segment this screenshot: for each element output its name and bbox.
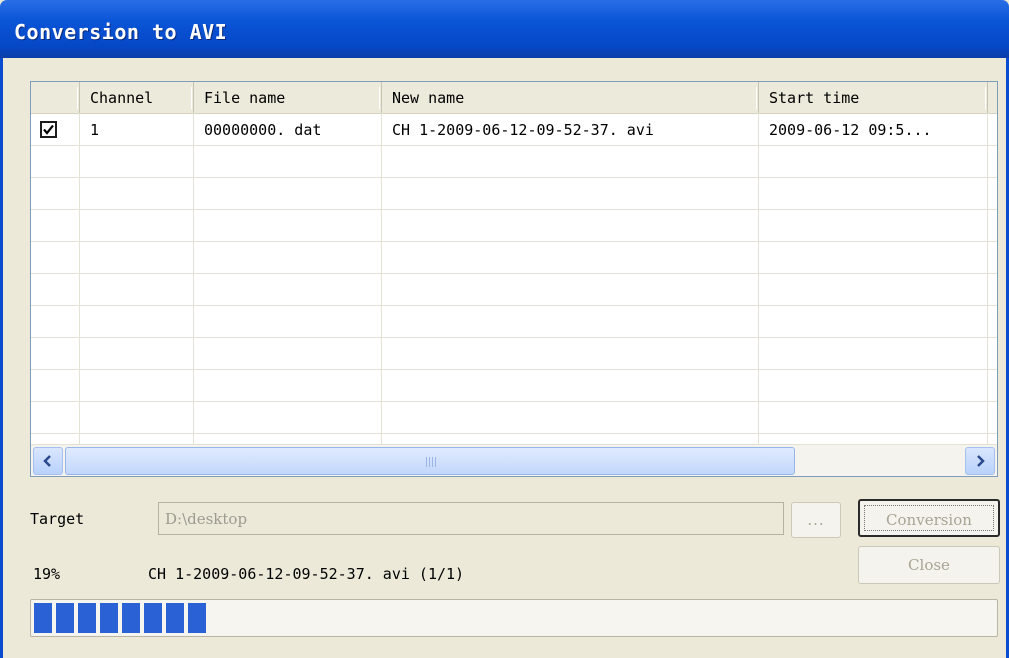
conversion-button[interactable]: Conversion — [858, 499, 1000, 537]
target-label: Target — [30, 510, 85, 528]
column-header-new-name[interactable]: New name — [382, 82, 759, 113]
title-bar: Conversion to AVI — [0, 0, 1009, 58]
current-file-label: CH 1-2009-06-12-09-52-37. avi (1/1) — [148, 565, 465, 583]
table-row[interactable]: 1 00000000. dat CH 1-2009-06-12-09-52-37… — [31, 113, 997, 145]
column-header-check[interactable] — [31, 82, 80, 113]
progress-block — [56, 603, 74, 633]
conversion-button-label: Conversion — [864, 505, 994, 531]
progress-block — [34, 603, 52, 633]
cell-file-name: 00000000. dat — [204, 121, 322, 139]
column-header-file-name[interactable]: File name — [194, 82, 382, 113]
progress-bar — [30, 599, 998, 637]
progress-block — [78, 603, 96, 633]
scroll-grip-icon — [426, 457, 440, 467]
progress-block — [166, 603, 184, 633]
target-path-field[interactable]: D:\desktop — [158, 502, 784, 535]
progress-block — [100, 603, 118, 633]
file-list[interactable]: Channel File name New name Start time 1 … — [30, 81, 998, 477]
check-icon — [43, 124, 54, 135]
horizontal-scrollbar[interactable] — [31, 444, 997, 476]
progress-percent: 19% — [33, 565, 61, 583]
progress-block — [144, 603, 162, 633]
arrow-right-icon — [977, 455, 985, 467]
cell-new-name: CH 1-2009-06-12-09-52-37. avi — [392, 121, 654, 139]
row-checkbox[interactable] — [40, 121, 57, 138]
scroll-thumb[interactable] — [65, 447, 795, 475]
list-header: Channel File name New name Start time — [31, 82, 997, 114]
scroll-right-button[interactable] — [965, 447, 995, 475]
scroll-left-button[interactable] — [33, 447, 63, 475]
cell-start-time: 2009-06-12 09:5... — [769, 121, 932, 139]
progress-block — [122, 603, 140, 633]
column-header-start-time[interactable]: Start time — [759, 82, 988, 113]
column-header-channel[interactable]: Channel — [80, 82, 194, 113]
progress-block — [188, 603, 206, 633]
browse-button[interactable]: ... — [791, 502, 841, 538]
close-button[interactable]: Close — [858, 546, 1000, 584]
cell-channel: 1 — [90, 121, 100, 139]
arrow-left-icon — [43, 455, 51, 467]
window-title: Conversion to AVI — [14, 20, 228, 44]
